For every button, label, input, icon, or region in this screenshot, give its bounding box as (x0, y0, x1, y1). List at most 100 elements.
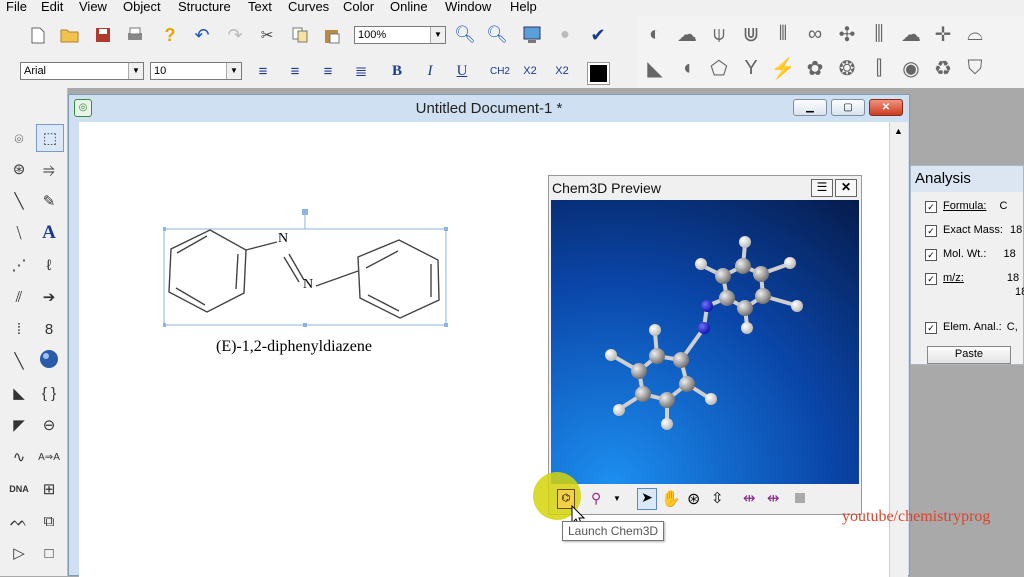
dashed-bond-icon[interactable]: ⋰ (6, 252, 32, 278)
justify-icon[interactable]: ≣ (351, 61, 371, 81)
template-shape-icon[interactable]: ⫼ (866, 22, 892, 46)
chat-bubble-icon[interactable]: ● (555, 25, 575, 45)
open-folder-icon[interactable] (60, 25, 80, 45)
scroll-up-icon[interactable]: ▲ (894, 126, 903, 136)
table-icon[interactable]: ⊞ (36, 476, 62, 502)
menu-view[interactable]: View (79, 0, 107, 14)
bond-tool-icon[interactable]: ⚲ (591, 490, 601, 507)
double-bond-icon[interactable]: ⧹ (6, 220, 32, 246)
template-shape-icon[interactable]: ◐ (642, 22, 668, 46)
close-icon[interactable]: ✕ (835, 179, 857, 197)
cut-scissors-icon[interactable]: ✂ (257, 25, 277, 45)
bold-button[interactable]: B (387, 61, 407, 81)
chain-tool-icon[interactable]: ∿ (6, 444, 32, 470)
paste-icon[interactable] (322, 25, 342, 45)
azobenzene-structure[interactable] (163, 204, 453, 330)
wedge-bond-icon[interactable]: ◣ (6, 380, 32, 406)
triangle-play-icon[interactable]: ▷ (6, 540, 32, 566)
template-pentagon-icon[interactable]: ⬠ (706, 56, 732, 80)
superscript-button[interactable]: X2 (552, 61, 572, 81)
template-shape-icon[interactable]: Y (738, 56, 764, 80)
rectangle-icon[interactable]: □ (36, 540, 62, 566)
hand-pan-icon[interactable]: ✋ (661, 489, 681, 509)
paste-button[interactable]: Paste (927, 346, 1011, 364)
stop-icon[interactable] (795, 493, 805, 503)
font-name-select[interactable]: Arial ▼ (20, 62, 144, 80)
check-structure-icon[interactable]: ✔ (588, 25, 608, 45)
text-tool-icon[interactable]: A (36, 220, 62, 246)
preview-3d-canvas[interactable] (551, 200, 859, 484)
template-shape-icon[interactable]: ◣ (642, 56, 668, 80)
minimize-button[interactable]: ▁ (793, 99, 827, 116)
rotate-x-icon[interactable]: ⇹ (743, 489, 756, 507)
compound-caption[interactable]: (E)-1,2-diphenyldiazene (216, 338, 372, 356)
mz-row[interactable]: ✓ m/z: 18 (925, 272, 1019, 285)
rotation-handle[interactable] (302, 209, 308, 215)
subscript-button[interactable]: X2 (520, 61, 540, 81)
template-shape-icon[interactable]: ◉ (898, 56, 924, 80)
atom-label-n1[interactable]: N (278, 231, 288, 247)
color-swatch[interactable] (587, 62, 610, 85)
hashed-bond-icon[interactable]: ⫽ (6, 284, 32, 310)
wedge-hashed-icon[interactable]: ◤ (6, 412, 32, 438)
menu-curves[interactable]: Curves (288, 0, 329, 14)
template-shape-icon[interactable]: ✛ (930, 22, 956, 46)
menu-text[interactable]: Text (248, 0, 272, 14)
align-left-icon[interactable]: ≡ (253, 61, 273, 81)
spin-icon[interactable]: ⇳ (711, 489, 724, 507)
template-shape-icon[interactable]: ✣ (834, 22, 860, 46)
template-shape-icon[interactable]: ⫿ (866, 56, 892, 80)
checkbox-checked-icon[interactable]: ✓ (925, 273, 937, 285)
orbital-icon[interactable]: 8 (36, 316, 62, 342)
menu-structure[interactable]: Structure (178, 0, 231, 14)
zoom-in-icon[interactable]: 🔍︎ (454, 25, 476, 45)
dna-icon[interactable]: DNA (6, 476, 32, 502)
template-shape-icon[interactable]: ⫴ (770, 22, 796, 46)
hashed-wedge-icon[interactable]: ⁞ (6, 316, 32, 342)
template-cloud-icon[interactable]: ☁ (898, 22, 924, 46)
redo-icon[interactable]: ↷ (225, 25, 245, 45)
menu-file[interactable]: File (6, 0, 27, 14)
menu-online[interactable]: Online (390, 0, 428, 14)
arrow-tool-icon[interactable]: ➔ (36, 284, 62, 310)
menu-window[interactable]: Window (445, 0, 491, 14)
font-size-select[interactable]: 10 ▼ (150, 62, 242, 80)
single-bond-icon[interactable]: ╲ (6, 188, 32, 214)
atom-label-n2[interactable]: N (303, 277, 313, 293)
marquee-select-icon[interactable]: ⬚ (36, 124, 64, 152)
checkbox-checked-icon[interactable]: ✓ (925, 249, 937, 261)
template-shape-icon[interactable]: ∞ (802, 22, 828, 46)
menu-object[interactable]: Object (123, 0, 161, 14)
chevron-down-icon[interactable]: ▼ (613, 494, 621, 503)
select-arrow-icon[interactable]: ➤ (637, 488, 657, 510)
undo-icon[interactable]: ↶ (192, 25, 212, 45)
align-right-icon[interactable]: ≡ (318, 61, 338, 81)
new-document-icon[interactable] (28, 25, 48, 45)
rotate-icon[interactable]: ⊛ (6, 156, 32, 182)
template-shape-icon[interactable]: ⛉ (962, 56, 988, 80)
charge-minus-icon[interactable]: ⊖ (36, 412, 62, 438)
copy-icon[interactable] (290, 25, 310, 45)
menu-lines-icon[interactable]: ☰ (811, 179, 833, 197)
underline-button[interactable]: U (452, 61, 472, 81)
rotate-3d-icon[interactable]: ⊛ (687, 489, 700, 509)
eraser-icon[interactable]: ✎ (36, 188, 62, 214)
menu-edit[interactable]: Edit (41, 0, 63, 14)
maximize-button[interactable]: ▢ (831, 99, 865, 116)
italic-button[interactable]: I (420, 61, 440, 81)
formula-row[interactable]: ✓ Formula: C (925, 200, 1007, 213)
lens-frame-icon[interactable]: ⧉ (36, 508, 62, 534)
template-shape-icon[interactable]: ⋓ (738, 22, 764, 46)
template-shape-icon[interactable]: ◖ (674, 56, 700, 80)
atom-map-icon[interactable]: A⇒A (36, 444, 62, 470)
menu-color[interactable]: Color (343, 0, 374, 14)
save-icon[interactable] (93, 25, 113, 45)
document-title-bar[interactable]: ◎ Untitled Document-1 * ▁ ▢ ✕ (69, 95, 909, 121)
brackets-icon[interactable]: { } (36, 380, 62, 406)
bold-bond-icon[interactable]: ╲ (6, 348, 32, 374)
show-chem3d-icon[interactable] (522, 25, 542, 45)
template-shape-icon[interactable]: ✿ (802, 56, 828, 80)
template-shape-icon[interactable]: ♻ (930, 56, 956, 80)
checkbox-checked-icon[interactable]: ✓ (925, 225, 937, 237)
lasso-icon[interactable]: ⌾ (6, 126, 32, 152)
